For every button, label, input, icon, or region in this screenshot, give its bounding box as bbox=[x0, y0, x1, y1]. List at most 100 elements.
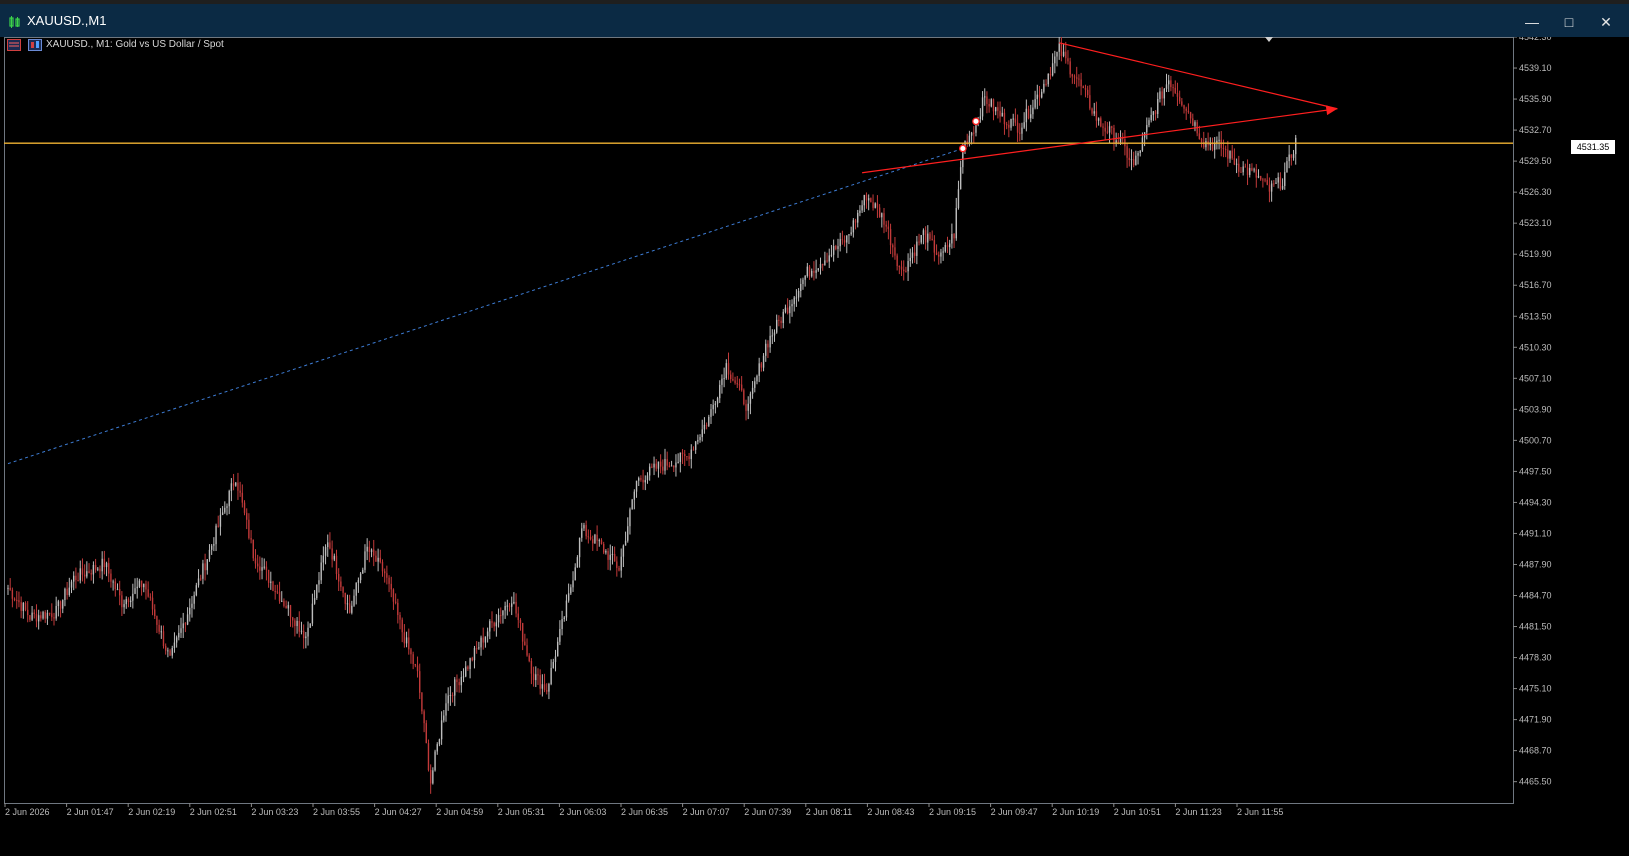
candle-body bbox=[1187, 110, 1190, 113]
candle-body bbox=[101, 558, 103, 572]
candle-body bbox=[1244, 166, 1247, 168]
candle-body bbox=[443, 715, 445, 721]
candle-body bbox=[633, 491, 636, 500]
candle-body bbox=[784, 307, 787, 312]
price-tick-label: 4471.90 bbox=[1519, 715, 1552, 725]
candle-body bbox=[191, 603, 193, 608]
time-tick-label: 2 Jun 03:23 bbox=[251, 807, 298, 817]
candle-body bbox=[1266, 179, 1268, 185]
candle-body bbox=[66, 588, 68, 595]
chart-type-icon[interactable] bbox=[28, 39, 42, 51]
candle-body bbox=[1126, 146, 1128, 158]
candle-body bbox=[835, 246, 837, 249]
candle-body bbox=[629, 509, 631, 527]
minimize-button[interactable]: — bbox=[1516, 9, 1548, 35]
candle-body bbox=[329, 542, 331, 549]
trade-marker[interactable] bbox=[958, 144, 967, 153]
candle-body bbox=[673, 465, 675, 468]
candle-body bbox=[500, 615, 502, 617]
candle-body bbox=[563, 617, 565, 619]
candle-body bbox=[408, 637, 410, 650]
candle-body bbox=[1027, 108, 1030, 119]
candle-body bbox=[581, 528, 583, 538]
plot-area[interactable] bbox=[4, 37, 1514, 804]
candle-body bbox=[42, 612, 44, 619]
candle-body bbox=[77, 579, 79, 581]
candle-body bbox=[81, 568, 84, 575]
price-tick-label: 4494.30 bbox=[1519, 497, 1552, 507]
candle-body bbox=[434, 751, 436, 771]
candle-body bbox=[57, 601, 60, 607]
candle-body bbox=[108, 563, 110, 574]
candle-body bbox=[797, 291, 800, 298]
candle-body bbox=[635, 480, 638, 492]
candle-body bbox=[611, 554, 614, 556]
candle-body bbox=[59, 601, 62, 609]
candle-body bbox=[927, 233, 929, 243]
candle-body bbox=[302, 630, 305, 639]
candle-body bbox=[903, 269, 905, 272]
candle-body bbox=[1290, 154, 1293, 158]
candle-body bbox=[156, 616, 158, 625]
candle-body bbox=[83, 574, 86, 577]
candle-body bbox=[659, 461, 662, 467]
candle-body bbox=[804, 276, 806, 280]
candle-body bbox=[881, 213, 883, 218]
window-titlebar[interactable]: XAUUSD.,M1 — □ ✕ bbox=[0, 0, 1629, 37]
candle-body bbox=[911, 252, 914, 258]
candle-body bbox=[1012, 118, 1014, 120]
candle-body bbox=[686, 456, 688, 458]
candle-body bbox=[213, 544, 215, 546]
candle-body bbox=[1238, 163, 1240, 172]
candle-body bbox=[946, 245, 949, 248]
candle-body bbox=[1019, 132, 1021, 134]
candle-body bbox=[1034, 99, 1036, 108]
chart-window[interactable]: 4542.30 4539.10 4535.90 4532.70 4529.50 4526.… bbox=[4, 37, 1576, 849]
candle-body bbox=[1279, 177, 1282, 189]
candle-body bbox=[447, 695, 449, 704]
candle-body bbox=[670, 465, 673, 467]
price-tick-label: 4542.30 bbox=[1519, 37, 1552, 42]
trade-marker[interactable] bbox=[972, 117, 980, 126]
candle-body bbox=[1115, 140, 1117, 143]
candle-body bbox=[970, 132, 973, 136]
close-button[interactable]: ✕ bbox=[1590, 9, 1622, 35]
price-tick-label: 4513.50 bbox=[1519, 311, 1552, 321]
chart-settings-icon[interactable] bbox=[7, 39, 21, 51]
candle-body bbox=[837, 246, 839, 249]
candle-body bbox=[254, 558, 257, 564]
candle-body bbox=[624, 540, 627, 546]
candle-body bbox=[657, 461, 660, 469]
candle-body bbox=[701, 429, 703, 438]
candle-body bbox=[924, 230, 927, 243]
price-tick-label: 4526.30 bbox=[1519, 187, 1552, 197]
candle-body bbox=[327, 542, 329, 548]
candle-body bbox=[197, 578, 200, 586]
candle-body bbox=[778, 319, 780, 321]
maximize-button[interactable]: □ bbox=[1553, 9, 1585, 35]
candle-body bbox=[773, 332, 776, 336]
candle-body bbox=[348, 603, 351, 613]
candle-body bbox=[517, 613, 519, 620]
candle-body bbox=[432, 770, 434, 784]
candle-body bbox=[738, 384, 741, 386]
candle-body bbox=[988, 103, 990, 107]
candle-body bbox=[460, 677, 463, 686]
candle-body bbox=[839, 239, 841, 247]
candle-body bbox=[243, 502, 246, 513]
candle-body bbox=[1189, 112, 1192, 119]
candle-body bbox=[16, 599, 18, 601]
candle-body bbox=[497, 615, 500, 623]
candle-body bbox=[1277, 177, 1279, 183]
candle-body bbox=[1086, 89, 1089, 96]
candle-body bbox=[252, 539, 254, 559]
candle-body bbox=[237, 482, 239, 491]
candle-body bbox=[1005, 124, 1008, 126]
price-chart[interactable]: 4542.30 4539.10 4535.90 4532.70 4529.50 4526.… bbox=[4, 37, 1576, 849]
candle-body bbox=[1198, 133, 1201, 140]
time-tick-label: 2 Jun 07:39 bbox=[744, 807, 791, 817]
candle-body bbox=[745, 404, 747, 411]
candle-body bbox=[99, 568, 101, 572]
candle-body bbox=[883, 213, 885, 225]
candle-body bbox=[403, 632, 406, 644]
